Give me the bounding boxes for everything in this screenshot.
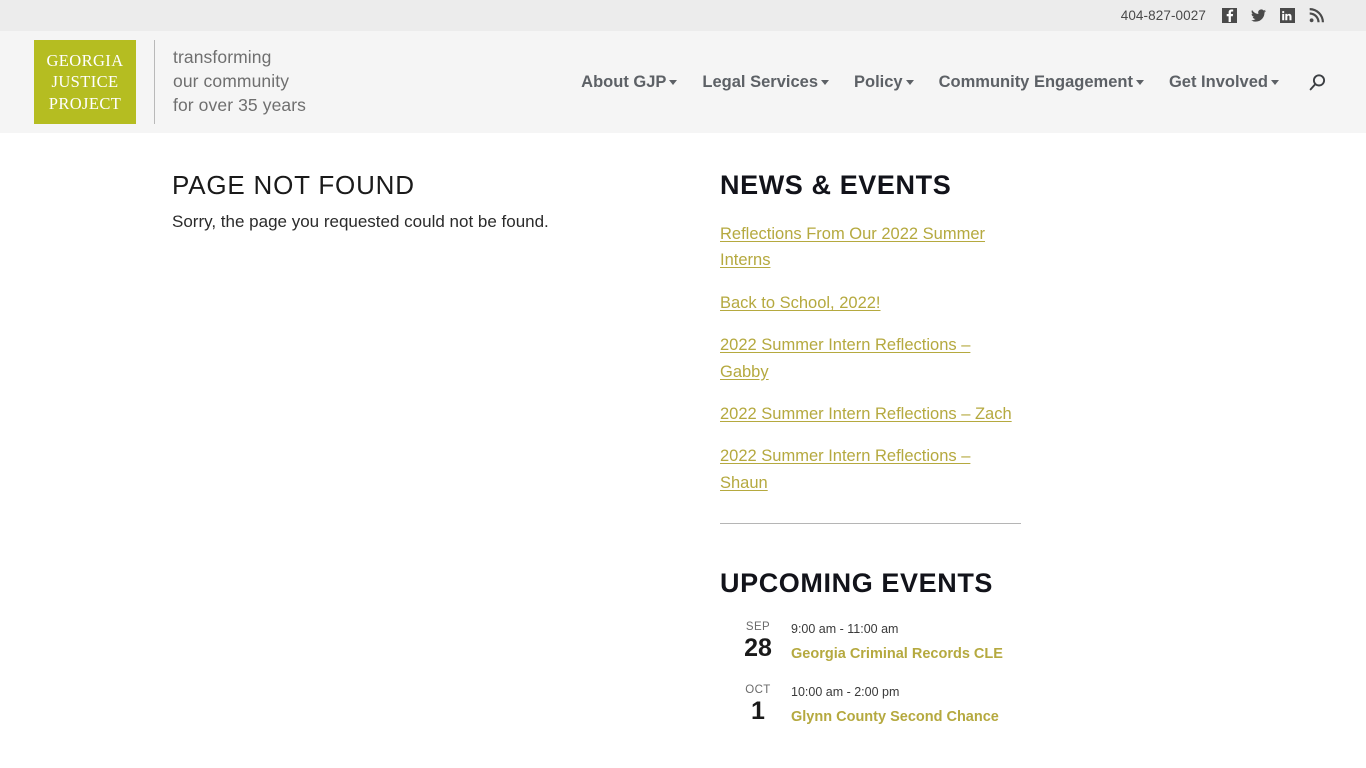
event-item[interactable]: OCT 1 10:00 am - 2:00 pm Glynn County Se… (720, 682, 1022, 728)
page-body: Page Not Found Sorry, the page you reque… (0, 133, 1366, 746)
widget-divider (720, 523, 1021, 525)
facebook-icon[interactable] (1222, 8, 1237, 23)
list-item: 2022 Summer Intern Reflections – Gabby (720, 332, 1022, 385)
phone-link[interactable]: 404-827-0027 (1121, 8, 1206, 23)
event-date: OCT 1 (734, 682, 782, 725)
news-link[interactable]: Back to School, 2022! (720, 294, 881, 312)
upcoming-events-widget: Upcoming Events SEP 28 9:00 am - 11:00 a… (720, 568, 1022, 728)
nav-item-community-engagement[interactable]: Community Engagement (939, 73, 1144, 92)
brand-logo-link[interactable]: GEORGIA JUSTICE PROJECT transforming our… (34, 40, 306, 124)
nav-item-about-gjp[interactable]: About GJP (581, 72, 678, 92)
event-day: 28 (744, 633, 772, 662)
chevron-down-icon (821, 79, 829, 85)
tagline-line-1: transforming (173, 47, 272, 68)
nav-item-policy[interactable]: Policy (854, 73, 914, 92)
linkedin-icon[interactable] (1280, 8, 1295, 23)
brand-tagline: transforming our community for over 35 y… (173, 46, 306, 117)
nav-label: Community Engagement (938, 72, 1133, 91)
nav-item-legal-services[interactable]: Legal Services (702, 73, 829, 92)
news-events-title: News & Events (720, 170, 952, 200)
event-time: 9:00 am - 11:00 am (791, 622, 899, 637)
nav-label: Get Involved (1168, 72, 1268, 91)
nav-item-get-involved[interactable]: Get Involved (1169, 73, 1279, 92)
event-info: 9:00 am - 11:00 am Georgia Criminal Reco… (782, 619, 1003, 665)
tagline-line-2: our community (173, 71, 290, 92)
chevron-down-icon (1271, 79, 1279, 85)
news-events-widget: News & Events Reflections From Our 2022 … (720, 170, 1022, 525)
rss-icon[interactable] (1309, 8, 1324, 23)
nav-label: Policy (854, 72, 903, 91)
search-icon[interactable] (1306, 71, 1328, 93)
event-day: 1 (751, 697, 765, 726)
news-list: Reflections From Our 2022 Summer Interns… (720, 221, 1022, 496)
chevron-down-icon (669, 79, 678, 85)
event-time: 10:00 am - 2:00 pm (791, 685, 900, 700)
tagline-line-3: for over 35 years (173, 94, 307, 115)
news-link[interactable]: 2022 Summer Intern Reflections – Shaun (720, 447, 970, 491)
event-month: SEP (745, 621, 771, 634)
list-item: 2022 Summer Intern Reflections – Zach (720, 401, 1022, 427)
main-content: Page Not Found Sorry, the page you reque… (0, 170, 720, 746)
news-link[interactable]: 2022 Summer Intern Reflections – Zach (720, 405, 1012, 423)
page-title: Page Not Found (172, 170, 415, 200)
event-title-link[interactable]: Glynn County Second Chance (791, 706, 999, 728)
chevron-down-icon (905, 79, 914, 85)
news-link[interactable]: 2022 Summer Intern Reflections – Gabby (720, 336, 970, 380)
logo-line-2: JUSTICE (51, 72, 119, 92)
list-item: Reflections From Our 2022 Summer Interns (720, 221, 1022, 274)
top-utility-bar: 404-827-0027 (0, 0, 1366, 31)
news-link[interactable]: Reflections From Our 2022 Summer Interns (720, 225, 985, 269)
nav-label: Legal Services (702, 72, 818, 91)
sidebar: News & Events Reflections From Our 2022 … (720, 170, 1022, 746)
logo-line-3: PROJECT (48, 93, 122, 113)
event-date: SEP 28 (734, 619, 782, 662)
logo-mark: GEORGIA JUSTICE PROJECT (34, 40, 136, 124)
list-item: 2022 Summer Intern Reflections – Shaun (720, 443, 1022, 496)
event-month: OCT (745, 684, 771, 697)
main-navigation: About GJP Legal Services Policy Communit… (581, 71, 1366, 93)
twitter-icon[interactable] (1251, 8, 1266, 23)
chevron-down-icon (1135, 79, 1144, 85)
event-title-link[interactable]: Georgia Criminal Records CLE (791, 643, 1003, 665)
upcoming-events-title: Upcoming Events (720, 568, 994, 599)
page-message: Sorry, the page you requested could not … (172, 212, 549, 231)
site-header: GEORGIA JUSTICE PROJECT transforming our… (0, 31, 1366, 133)
social-links (1222, 8, 1324, 23)
brand-divider (154, 40, 155, 124)
nav-label: About GJP (581, 72, 667, 91)
event-info: 10:00 am - 2:00 pm Glynn County Second C… (782, 682, 999, 728)
event-item[interactable]: SEP 28 9:00 am - 11:00 am Georgia Crimin… (720, 619, 1022, 665)
logo-line-1: GEORGIA (46, 51, 124, 71)
list-item: Back to School, 2022! (720, 290, 1022, 316)
